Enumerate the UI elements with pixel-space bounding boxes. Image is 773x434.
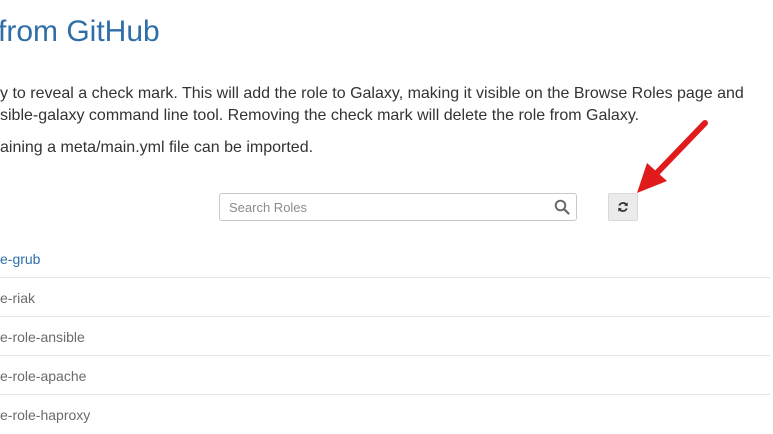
annotation-arrow-icon bbox=[637, 120, 708, 193]
role-row[interactable]: e-role-apache bbox=[0, 357, 770, 395]
instruction-line-2: sible-galaxy command line tool. Removing… bbox=[0, 107, 640, 124]
instruction-line-1: y to reveal a check mark. This will add … bbox=[0, 85, 744, 102]
role-row[interactable]: e-role-haproxy bbox=[0, 396, 770, 434]
role-name: e-role-ansible bbox=[0, 328, 85, 345]
role-name: e-role-haproxy bbox=[0, 407, 91, 423]
search-input[interactable] bbox=[220, 194, 550, 220]
page-title: from GitHub bbox=[0, 15, 160, 48]
role-list: e-grub e-riak e-role-ansible e-role-apac… bbox=[0, 240, 773, 434]
instruction-line-3: aining a meta/main.yml file can be impor… bbox=[0, 139, 314, 156]
search-box bbox=[219, 193, 577, 221]
role-row[interactable]: e-riak bbox=[0, 279, 770, 317]
role-name[interactable]: e-grub bbox=[0, 251, 40, 267]
role-row[interactable]: e-role-ansible bbox=[0, 318, 770, 356]
role-name: e-riak bbox=[0, 289, 36, 306]
role-name: e-role-apache bbox=[0, 367, 87, 384]
search-icon[interactable] bbox=[554, 199, 570, 215]
role-row[interactable]: e-grub bbox=[0, 240, 770, 278]
